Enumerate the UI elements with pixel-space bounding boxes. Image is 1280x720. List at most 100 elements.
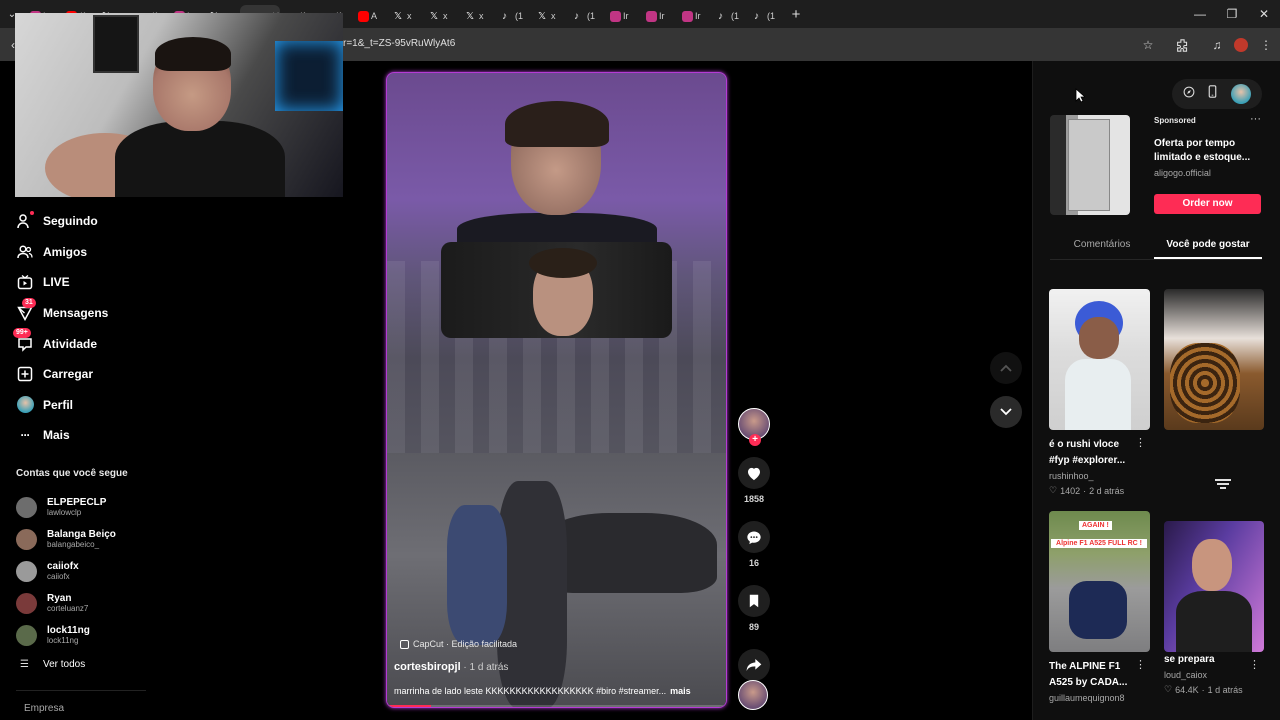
sidebar-item-live[interactable]: LIVE: [16, 267, 156, 298]
card-more-icon[interactable]: ⋮: [1135, 436, 1146, 449]
browser-tab[interactable]: Ir: [640, 5, 676, 27]
bookmark-icon[interactable]: [738, 585, 770, 617]
browser-tab[interactable]: ♪ (1: [712, 5, 748, 27]
account-name: Balanga Beiço: [47, 528, 116, 540]
account-username: caiiofx: [47, 571, 70, 581]
author-name[interactable]: cortesbiropjl: [394, 661, 461, 673]
comment-icon[interactable]: [738, 521, 770, 553]
sidebar-item-label: Amigos: [43, 244, 88, 259]
x-icon: 𝕏: [430, 10, 439, 22]
suggestion-card[interactable]: se prepara ⋮ loud_caiox ♡ 64.4K · 1 d at…: [1164, 511, 1264, 695]
browser-tab[interactable]: 𝕏x: [424, 5, 460, 27]
suggestion-thumbnail[interactable]: AGAIN ! Alpine F1 A525 FULL RC !: [1049, 511, 1150, 652]
browser-tab[interactable]: Ir: [676, 5, 712, 27]
card-more-icon[interactable]: ⋮: [1249, 658, 1260, 671]
account-username: lock11ng: [47, 636, 79, 646]
share-icon[interactable]: [738, 649, 770, 681]
followed-account[interactable]: caiiofx caiiofx: [16, 555, 156, 587]
tab-title: (1: [767, 11, 776, 21]
webcam-monitor-glow: [275, 41, 343, 111]
comment-action: 16: [738, 521, 770, 568]
account-username: lawlowclp: [47, 507, 82, 517]
heart-icon[interactable]: [738, 457, 770, 489]
browser-profile-avatar[interactable]: [1232, 36, 1250, 54]
browser-tab[interactable]: A: [352, 5, 388, 27]
minimize-icon[interactable]: —: [1184, 0, 1216, 28]
browser-menu-icon[interactable]: ⋮: [1257, 36, 1275, 54]
media-controls-icon[interactable]: ♫: [1208, 36, 1226, 54]
creator-avatar[interactable]: +: [738, 408, 770, 446]
suggestion-user[interactable]: guillaumequignon8: [1049, 693, 1150, 703]
see-all-button[interactable]: ☰ Ver todos: [20, 659, 85, 670]
video-author[interactable]: cortesbiropjl · 1 d atrás: [394, 661, 508, 673]
compass-icon[interactable]: [1183, 85, 1195, 103]
suggestion-card[interactable]: é o rushi vloce #fyp #explorer... ⋮ rush…: [1049, 289, 1150, 496]
follow-plus-icon[interactable]: +: [749, 434, 761, 446]
ad-more-options-icon[interactable]: ···: [1250, 113, 1261, 125]
browser-tab[interactable]: 𝕏x: [388, 5, 424, 27]
new-tab-button[interactable]: +: [784, 6, 808, 23]
suggestion-thumbnail[interactable]: [1049, 289, 1150, 430]
video-player[interactable]: CapCut · Edição facilitada cortesbiropjl…: [386, 72, 727, 708]
tab-title: (1: [515, 11, 524, 21]
profile-icon: [16, 396, 34, 414]
sidebar-item-activity[interactable]: 99+ Atividade: [13, 328, 156, 359]
tiktok-icon: ♪: [502, 10, 507, 22]
capcut-label[interactable]: CapCut · Edição facilitada: [400, 639, 517, 649]
user-avatar[interactable]: [1231, 84, 1252, 104]
browser-tab[interactable]: ♪ (1: [568, 5, 604, 27]
filter-icon[interactable]: [1214, 478, 1232, 492]
suggestion-thumbnail[interactable]: [1164, 521, 1264, 652]
ad-thumbnail[interactable]: [1050, 115, 1130, 215]
browser-tab[interactable]: ♪ (1: [748, 5, 784, 27]
capcut-icon: [400, 639, 409, 649]
browser-tab[interactable]: 𝕏x: [532, 5, 568, 27]
sidebar-item-profile[interactable]: Perfil: [16, 390, 156, 421]
next-video-button[interactable]: [990, 396, 1022, 428]
followed-account[interactable]: Ryan corteluanz7: [16, 588, 156, 620]
followed-account[interactable]: lock11ng lock11ng: [16, 620, 156, 652]
followed-account[interactable]: ELPEPECLP lawlowclp: [16, 491, 156, 523]
ad-brand[interactable]: aligogo.official: [1154, 168, 1211, 178]
suggestion-card[interactable]: [1164, 289, 1264, 430]
restore-icon[interactable]: ❐: [1216, 0, 1248, 28]
thumb-text-again: AGAIN !: [1079, 521, 1112, 530]
thumb-rc-car: [1069, 581, 1127, 639]
card-more-icon[interactable]: ⋮: [1135, 658, 1146, 671]
close-window-icon[interactable]: ✕: [1248, 0, 1280, 28]
tab-you-may-like[interactable]: Você pode gostar: [1154, 232, 1262, 259]
live-icon: [16, 273, 34, 291]
suggestion-card[interactable]: AGAIN ! Alpine F1 A525 FULL RC ! The ALP…: [1049, 511, 1150, 703]
sidebar-item-label: Seguindo: [43, 214, 98, 229]
video-caption: marrinha de lado leste KKKKKKKKKKKKKKKKK…: [394, 686, 691, 696]
video-progress-bar[interactable]: [387, 705, 726, 707]
suggestion-user[interactable]: rushinhoo_: [1049, 471, 1150, 481]
suggestion-thumbnail[interactable]: [1164, 289, 1264, 430]
sidebar-item-messages[interactable]: 31 Mensagens: [16, 297, 156, 329]
browser-tab[interactable]: Ir: [604, 5, 640, 27]
sidebar-item-following[interactable]: Seguindo: [16, 206, 156, 237]
browser-tab[interactable]: 𝕏x: [460, 5, 496, 27]
sidebar-item-more[interactable]: ··· Mais: [16, 420, 156, 451]
phone-icon[interactable]: [1208, 85, 1217, 103]
tab-comments[interactable]: Comentários: [1050, 232, 1154, 259]
previous-video-button[interactable]: [990, 352, 1022, 384]
tiktok-icon: ♪: [718, 10, 723, 22]
order-now-button[interactable]: Order now: [1154, 194, 1261, 214]
extensions-icon[interactable]: [1173, 36, 1191, 54]
list-icon: ☰: [20, 659, 29, 670]
caption-more-link[interactable]: mais: [670, 686, 691, 696]
company-link[interactable]: Empresa: [24, 703, 64, 714]
sidebar-item-friends[interactable]: Amigos: [16, 237, 156, 268]
thumb-pattern: [1170, 343, 1240, 423]
browser-tab[interactable]: ♪ (1: [496, 5, 532, 27]
sound-avatar[interactable]: [738, 680, 768, 710]
sidebar-item-upload[interactable]: Carregar: [16, 359, 156, 390]
ad-title[interactable]: Oferta por tempo limitado e estoque...: [1154, 137, 1260, 165]
save-action: 89: [738, 585, 770, 632]
url-text[interactable]: r=1&_t=ZS-95vRuWlyAt6: [343, 38, 455, 49]
like-count: 1858: [743, 494, 765, 504]
followed-account[interactable]: Balanga Beiço balangabeico_: [16, 523, 156, 555]
bookmark-star-icon[interactable]: ☆: [1139, 36, 1157, 54]
suggestion-user[interactable]: loud_caiox: [1164, 670, 1264, 680]
